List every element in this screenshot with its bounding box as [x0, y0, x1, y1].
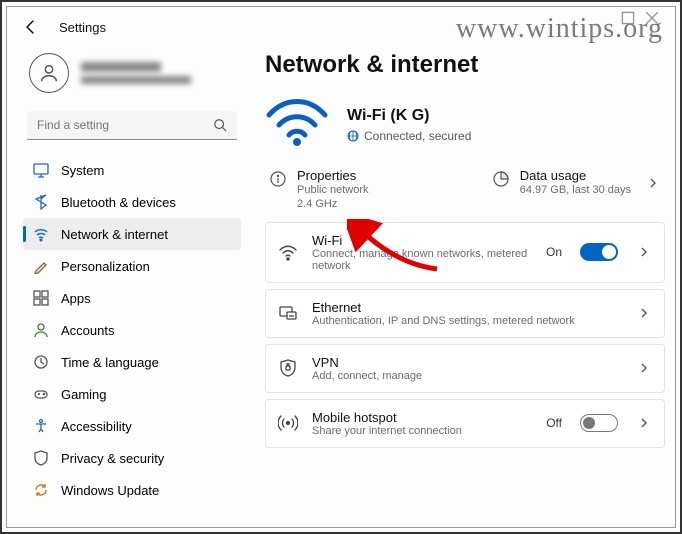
privacy-icon [33, 450, 49, 466]
data-usage-icon [492, 170, 510, 188]
search-box[interactable] [27, 111, 237, 140]
sidebar-item-gaming[interactable]: Gaming [23, 378, 241, 410]
properties-sub2: 2.4 GHz [297, 197, 369, 211]
sidebar-item-label: System [61, 163, 104, 178]
back-button[interactable] [21, 17, 41, 37]
chevron-right-icon [638, 416, 652, 430]
card-heading: Ethernet [312, 300, 618, 315]
network-hero: Wi-Fi (K G) Connected, secured [265, 97, 665, 152]
sidebar-item-label: Accounts [61, 323, 114, 338]
wifi-name: Wi-Fi (K G) [347, 107, 471, 125]
wifi-large-icon [265, 97, 329, 152]
sidebar-item-label: Time & language [61, 355, 159, 370]
hotspot-icon [278, 413, 298, 433]
card-heading: Wi-Fi [312, 233, 532, 248]
globe-icon [347, 130, 359, 142]
search-icon [213, 118, 227, 137]
time-icon [33, 354, 49, 370]
account-name [81, 62, 161, 72]
chevron-right-icon [638, 361, 652, 375]
sidebar-item-label: Accessibility [61, 419, 132, 434]
chevron-right-icon [647, 176, 661, 190]
card-heading: Mobile hotspot [312, 410, 532, 425]
sidebar-item-time[interactable]: Time & language [23, 346, 241, 378]
properties-heading: Properties [297, 168, 369, 183]
bluetooth-icon [33, 194, 49, 210]
wifi-toggle[interactable] [580, 243, 618, 261]
sidebar-item-accessibility[interactable]: Accessibility [23, 410, 241, 442]
accessibility-icon [33, 418, 49, 434]
sidebar-item-label: Network & internet [61, 227, 168, 242]
sidebar-item-accounts[interactable]: Accounts [23, 314, 241, 346]
sidebar-item-update[interactable]: Windows Update [23, 474, 241, 506]
sidebar-item-privacy[interactable]: Privacy & security [23, 442, 241, 474]
card-vpn[interactable]: VPNAdd, connect, manage [265, 344, 665, 393]
card-hotspot[interactable]: Mobile hotspotShare your internet connec… [265, 399, 665, 448]
properties-block[interactable]: Properties Public network 2.4 GHz [269, 168, 482, 212]
update-icon [33, 482, 49, 498]
system-icon [33, 162, 49, 178]
account-email [81, 76, 191, 84]
wifi-icon [278, 242, 298, 262]
sidebar-item-bluetooth[interactable]: Bluetooth & devices [23, 186, 241, 218]
ethernet-icon [278, 303, 298, 323]
chevron-right-icon [638, 306, 652, 320]
hotspot-toggle[interactable] [580, 414, 618, 432]
data-usage-sub: 64.97 GB, last 30 days [520, 183, 631, 197]
properties-sub1: Public network [297, 183, 369, 197]
sidebar-item-system[interactable]: System [23, 154, 241, 186]
page-title: Network & internet [265, 51, 665, 79]
account-block[interactable] [23, 47, 241, 107]
hotspot-state-label: Off [546, 416, 562, 430]
sidebar-item-label: Bluetooth & devices [61, 195, 176, 210]
chevron-right-icon [638, 245, 652, 259]
card-sub: Authentication, IP and DNS settings, met… [312, 315, 618, 327]
card-heading: VPN [312, 355, 618, 370]
data-usage-heading: Data usage [520, 168, 631, 183]
search-input[interactable] [27, 111, 237, 140]
card-sub: Connect, manage known networks, metered … [312, 248, 532, 272]
watermark: www.wintips.org [456, 13, 663, 45]
sidebar-item-label: Privacy & security [61, 451, 164, 466]
sidebar-item-label: Gaming [61, 387, 107, 402]
card-ethernet[interactable]: EthernetAuthentication, IP and DNS setti… [265, 289, 665, 338]
sidebar-item-label: Windows Update [61, 483, 159, 498]
sidebar-item-apps[interactable]: Apps [23, 282, 241, 314]
personalization-icon [33, 258, 49, 274]
vpn-icon [278, 358, 298, 378]
accounts-icon [33, 322, 49, 338]
wifi-state-label: On [546, 245, 562, 259]
card-wifi[interactable]: Wi-FiConnect, manage known networks, met… [265, 222, 665, 283]
sidebar-item-network[interactable]: Network & internet [23, 218, 241, 250]
sidebar-item-label: Personalization [61, 259, 150, 274]
wifi-status: Connected, secured [364, 129, 471, 143]
avatar-icon [29, 53, 69, 93]
apps-icon [33, 290, 49, 306]
sidebar-item-personalization[interactable]: Personalization [23, 250, 241, 282]
network-icon [33, 226, 49, 242]
data-usage-block[interactable]: Data usage 64.97 GB, last 30 days [492, 168, 661, 197]
card-sub: Add, connect, manage [312, 370, 618, 382]
card-sub: Share your internet connection [312, 425, 532, 437]
sidebar-item-label: Apps [61, 291, 91, 306]
gaming-icon [33, 386, 49, 402]
info-icon [269, 170, 287, 188]
app-title: Settings [59, 20, 106, 35]
